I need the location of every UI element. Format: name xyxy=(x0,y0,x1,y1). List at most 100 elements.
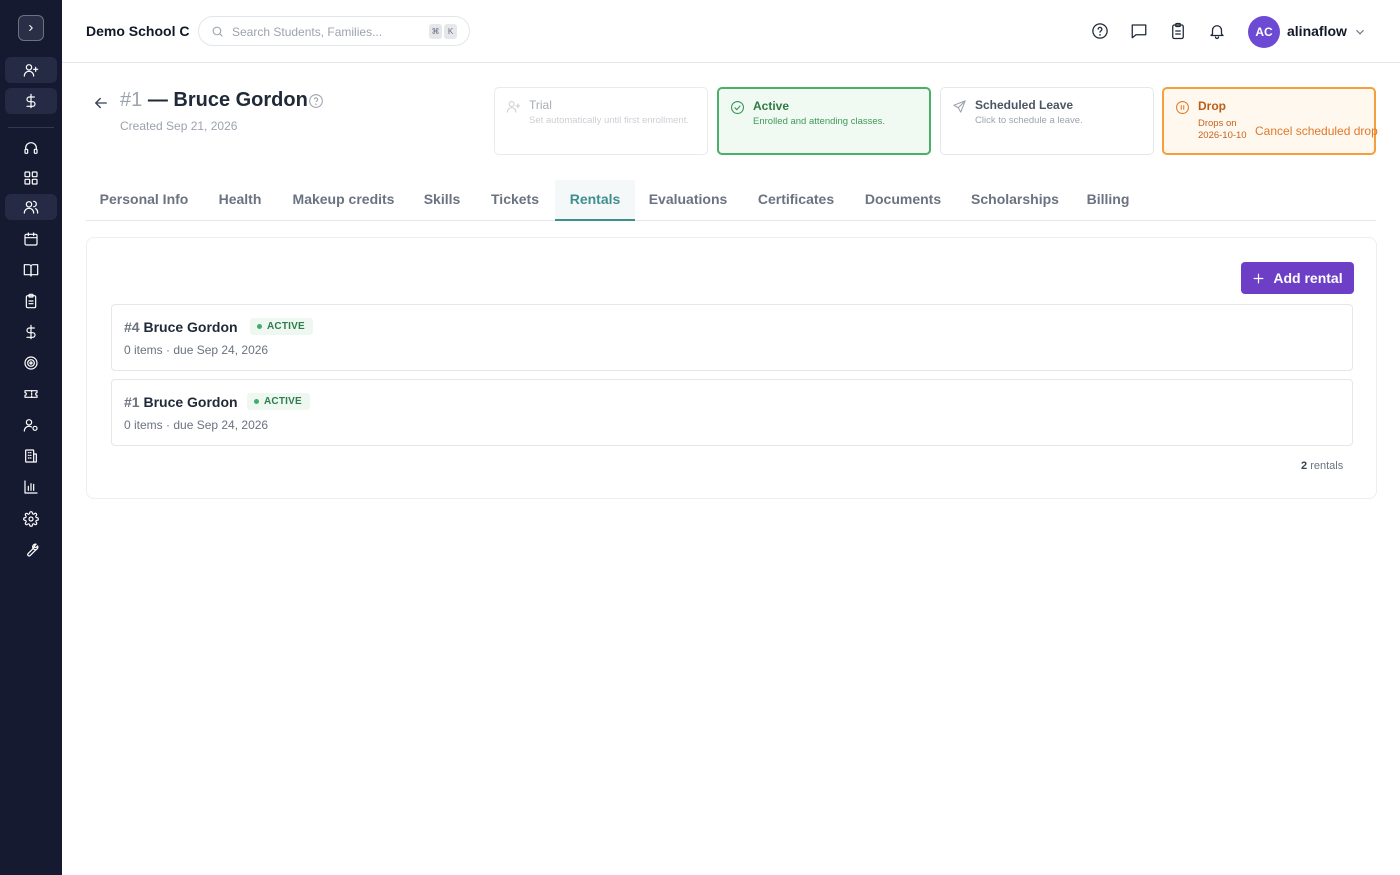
wrench-icon xyxy=(27,543,39,557)
arrow-left-icon xyxy=(95,97,107,109)
target-icon xyxy=(24,356,38,370)
help-button[interactable] xyxy=(1090,21,1110,41)
book-icon xyxy=(23,264,39,277)
status-desc-leave: Click to schedule a leave. xyxy=(975,115,1083,126)
top-header: Demo School C ⌘ K AC alinaflow xyxy=(62,0,1400,63)
sidebar-item-classes[interactable] xyxy=(5,257,57,283)
tasks-button[interactable] xyxy=(1168,21,1188,41)
bar-chart-icon xyxy=(24,480,38,494)
school-name[interactable]: Demo School C xyxy=(86,23,189,39)
sidebar-item-add-student[interactable] xyxy=(5,57,57,83)
status-badge-label: ACTIVE xyxy=(267,321,305,332)
shortcut-key-k: K xyxy=(444,24,457,39)
chevron-down-icon xyxy=(1356,29,1364,35)
sidebar-item-staff[interactable] xyxy=(5,412,57,438)
rental-detail: 0 items · due Sep 24, 2026 xyxy=(124,343,269,357)
status-title-trial: Trial xyxy=(529,98,552,112)
rentals-count: 2 rentals xyxy=(1301,460,1343,472)
status-card-trial: Trial Set automatically until first enro… xyxy=(494,87,708,155)
rental-number: #4 xyxy=(124,319,140,335)
search-input[interactable] xyxy=(232,23,422,41)
status-card-active[interactable]: Active Enrolled and attending classes. xyxy=(717,87,931,155)
dashboard-icon xyxy=(24,171,38,185)
tab-health[interactable]: Health xyxy=(202,180,278,221)
search-icon xyxy=(212,26,223,37)
users-icon xyxy=(23,200,39,214)
status-dot xyxy=(254,399,259,404)
sidebar-item-billing[interactable] xyxy=(5,319,57,345)
sidebar-item-tools[interactable] xyxy=(5,537,57,563)
title-help-button[interactable] xyxy=(308,93,324,109)
rentals-count-label: rentals xyxy=(1310,460,1344,472)
sidebar-item-goals[interactable] xyxy=(5,350,57,376)
tab-billing[interactable]: Billing xyxy=(1075,180,1141,221)
bell-icon xyxy=(1210,25,1224,40)
rental-item[interactable]: #1 Bruce Gordon ACTIVE 0 items · due Sep… xyxy=(111,379,1353,446)
status-card-drop[interactable]: Drop Drops on 2026-10-10 Cancel schedule… xyxy=(1162,87,1378,155)
sidebar-item-students[interactable] xyxy=(5,194,57,220)
notifications-button[interactable] xyxy=(1207,21,1227,41)
sidebar-item-dashboard[interactable] xyxy=(5,165,57,191)
status-card-scheduled-leave[interactable]: Scheduled Leave Click to schedule a leav… xyxy=(940,87,1154,155)
check-circle-icon xyxy=(731,101,744,114)
status-badge: ACTIVE xyxy=(247,393,310,410)
building-icon xyxy=(25,449,37,463)
cancel-scheduled-drop-button[interactable]: Cancel scheduled drop xyxy=(1255,124,1378,138)
status-desc-trial: Set automatically until first enrollment… xyxy=(529,115,689,126)
tab-makeup-credits[interactable]: Makeup credits xyxy=(278,180,409,221)
status-desc-active: Enrolled and attending classes. xyxy=(753,116,886,127)
add-user-icon xyxy=(23,64,39,77)
avatar[interactable]: AC xyxy=(1248,16,1280,48)
sidebar-item-calendar[interactable] xyxy=(5,226,57,252)
sidebar-item-attendance[interactable] xyxy=(5,288,57,314)
status-title-active: Active xyxy=(753,99,790,113)
tab-tickets[interactable]: Tickets xyxy=(475,180,555,221)
rentals-panel: Add rental #4 Bruce Gordon ACTIVE 0 item… xyxy=(86,237,1377,499)
status-title-drop: Drop xyxy=(1198,99,1226,113)
tab-bar: Personal Info Health Makeup credits Skil… xyxy=(86,180,1376,221)
status-title-leave: Scheduled Leave xyxy=(975,98,1074,112)
sidebar-divider xyxy=(8,127,54,128)
student-number: #1 xyxy=(120,89,143,111)
sidebar-item-tickets[interactable] xyxy=(5,381,57,407)
status-badge-label: ACTIVE xyxy=(264,396,302,407)
title-separator: — xyxy=(147,89,168,111)
rental-title: #4 Bruce Gordon xyxy=(124,319,238,335)
chevron-right-icon xyxy=(29,24,33,32)
back-button[interactable] xyxy=(92,94,110,112)
search-box[interactable]: ⌘ K xyxy=(198,16,470,46)
status-desc-drop: Drops on 2026-10-10 xyxy=(1198,118,1247,141)
tab-skills[interactable]: Skills xyxy=(409,180,475,221)
student-name: Bruce Gordon xyxy=(173,89,308,111)
tab-certificates[interactable]: Certificates xyxy=(741,180,851,221)
rental-detail: 0 items · due Sep 24, 2026 xyxy=(124,418,269,432)
tab-scholarships[interactable]: Scholarships xyxy=(955,180,1075,221)
sidebar-item-settings[interactable] xyxy=(5,506,57,532)
add-rental-button[interactable]: Add rental xyxy=(1241,262,1354,294)
sidebar-item-reports[interactable] xyxy=(5,474,57,500)
dollar-icon xyxy=(26,324,36,340)
sidebar-expand-button[interactable] xyxy=(18,15,44,41)
help-circle-icon xyxy=(1092,23,1108,39)
calendar-icon xyxy=(24,232,38,246)
sidebar-item-support[interactable] xyxy=(5,135,57,161)
rental-number: #1 xyxy=(124,394,140,410)
tab-personal-info[interactable]: Personal Info xyxy=(86,180,202,221)
tab-documents[interactable]: Documents xyxy=(851,180,955,221)
user-name[interactable]: alinaflow xyxy=(1287,23,1347,39)
rental-title: #1 Bruce Gordon xyxy=(124,394,238,410)
rental-item[interactable]: #4 Bruce Gordon ACTIVE 0 items · due Sep… xyxy=(111,304,1353,371)
sidebar-item-payments[interactable] xyxy=(5,88,57,114)
tab-evaluations[interactable]: Evaluations xyxy=(635,180,741,221)
user-menu-toggle[interactable] xyxy=(1353,25,1367,39)
plane-icon xyxy=(953,100,966,113)
messages-button[interactable] xyxy=(1129,21,1149,41)
tab-rentals[interactable]: Rentals xyxy=(555,180,635,221)
page-title: #1 — Bruce Gordon xyxy=(120,89,308,112)
ticket-icon xyxy=(24,390,38,398)
sidebar-item-locations[interactable] xyxy=(5,443,57,469)
created-date: Created Sep 21, 2026 xyxy=(120,119,238,133)
status-dot xyxy=(257,324,262,329)
rental-name: Bruce Gordon xyxy=(143,319,238,335)
add-rental-label: Add rental xyxy=(1273,270,1343,286)
